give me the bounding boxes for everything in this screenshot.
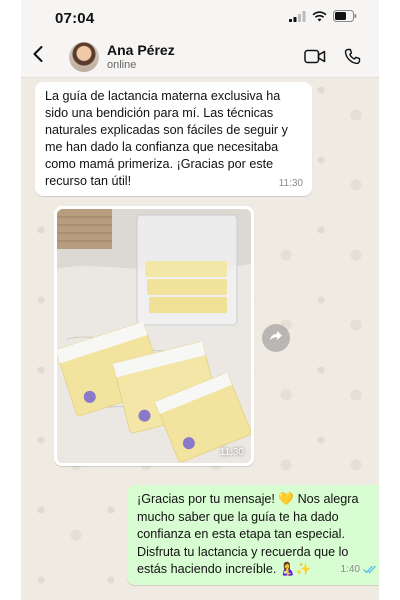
- header-actions: [304, 48, 379, 65]
- outgoing-message-time: 1:40: [340, 564, 360, 575]
- incoming-message-time: 11:30: [278, 178, 303, 189]
- status-icons: [289, 9, 357, 27]
- contact-name: Ana Pérez: [107, 42, 175, 58]
- forward-button[interactable]: [262, 324, 290, 352]
- photo-illustration: [57, 209, 251, 463]
- phone-call-icon[interactable]: [344, 48, 361, 65]
- wifi-icon: [312, 9, 327, 27]
- back-button[interactable]: [21, 36, 55, 78]
- forward-icon: [269, 329, 283, 347]
- double-check-icon: [363, 561, 378, 579]
- video-call-icon[interactable]: [304, 49, 326, 64]
- status-time: 07:04: [55, 9, 95, 27]
- incoming-photo-message[interactable]: 11:30: [54, 206, 254, 466]
- contact-status: online: [107, 59, 137, 71]
- outgoing-message[interactable]: ¡Gracias por tu mensaje! 💛 Nos alegra mu…: [127, 485, 379, 585]
- status-bar: 07:04: [21, 0, 379, 36]
- photo-breastmilk-bags[interactable]: 11:30: [57, 209, 251, 463]
- incoming-message[interactable]: La guía de lactancia materna exclusiva h…: [35, 82, 312, 196]
- back-chevron-icon: [33, 46, 43, 67]
- signal-icon: [289, 9, 306, 27]
- contact-avatar[interactable]: [69, 41, 99, 72]
- incoming-message-text: La guía de lactancia materna exclusiva h…: [45, 89, 288, 188]
- contact-info[interactable]: Ana Pérez online: [107, 42, 304, 71]
- outgoing-message-meta: 1:40: [341, 561, 378, 579]
- chat-screen: 07:04 Ana Pérez online La guía de lactan…: [21, 0, 379, 600]
- chat-header: Ana Pérez online: [21, 36, 379, 78]
- photo-message-time: 11:30: [219, 447, 244, 458]
- battery-icon: [333, 9, 357, 27]
